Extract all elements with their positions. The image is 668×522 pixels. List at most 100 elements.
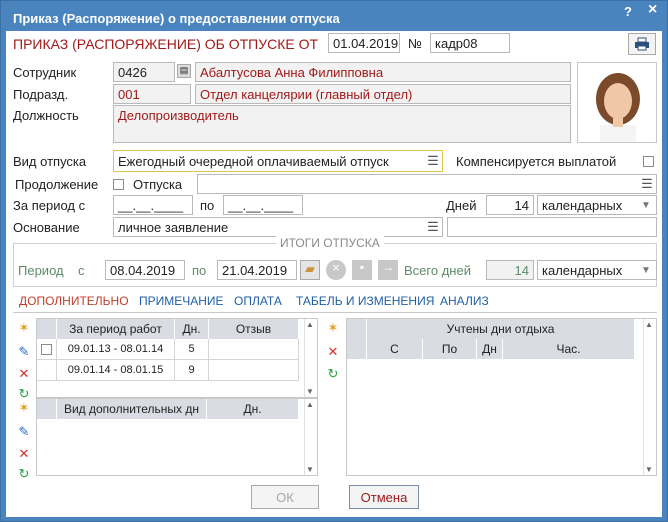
basis-label: Основание <box>13 220 80 235</box>
col-header-period[interactable]: За период работ <box>57 319 175 339</box>
basis-field[interactable]: личное заявление <box>113 217 443 237</box>
compensated-label: Компенсируется выплатой <box>456 154 617 169</box>
continuation-label: Продолжение <box>15 177 99 192</box>
col-header-hours[interactable]: Час. <box>503 339 635 359</box>
period-label: За период с <box>13 198 86 213</box>
tab-note[interactable]: ПРИМЕЧАНИЕ <box>139 294 224 308</box>
row-checkbox-cell[interactable] <box>37 360 57 381</box>
recall-cell[interactable] <box>209 360 299 381</box>
period-to-field[interactable]: __.__.____ <box>223 195 303 215</box>
period-cell: 09.01.14 - 08.01.15 <box>57 360 175 381</box>
position-field[interactable]: Делопроизводитель <box>113 105 571 143</box>
delete-icon[interactable]: ✕ <box>324 343 342 361</box>
recall-cell[interactable] <box>209 339 299 360</box>
totals-from-label: с <box>78 263 85 278</box>
work-period-grid: За период работ Дн. Отзыв 09.01.13 - 08.… <box>36 318 318 398</box>
additional-days-grid: Вид дополнительных дн Дн. ▲ ▼ <box>36 398 318 476</box>
help-button[interactable]: ? <box>624 4 632 19</box>
totals-to-label: по <box>192 263 207 278</box>
employee-label: Сотрудник <box>13 65 77 80</box>
totals-title: ИТОГИ ОТПУСКА <box>276 236 384 250</box>
chevron-down-icon[interactable]: ▼ <box>638 261 654 279</box>
delete-icon[interactable]: ✕ <box>15 365 33 383</box>
scroll-up-icon[interactable]: ▲ <box>645 320 653 329</box>
employee-name-field[interactable]: Абалтусова Анна Филипповна <box>195 62 571 82</box>
basis-menu-icon[interactable]: ☰ <box>424 218 442 236</box>
total-days-label: Всего дней <box>404 263 471 278</box>
add-icon[interactable]: ✶ <box>15 319 33 337</box>
leave-type-field[interactable]: Ежегодный очередной оплачиваемый отпуск <box>113 150 443 172</box>
department-code-field[interactable]: 001 <box>113 84 191 104</box>
row-checkbox[interactable] <box>41 343 52 355</box>
leave-ref-menu-icon[interactable]: ☰ <box>638 175 656 193</box>
scroll-up-icon[interactable]: ▲ <box>306 320 314 329</box>
tab-divider <box>13 312 657 313</box>
calculator-icon[interactable]: ▪ <box>352 260 372 280</box>
print-button[interactable] <box>628 33 656 55</box>
row-checkbox-cell[interactable] <box>37 339 57 360</box>
tab-additional[interactable]: ДОПОЛНИТЕЛЬНО <box>19 294 129 308</box>
folder-open-icon[interactable]: ▰ <box>300 260 320 280</box>
edit-icon[interactable]: ✎ <box>15 343 33 361</box>
period-to-label: по <box>200 198 215 213</box>
avatar <box>596 73 640 142</box>
refresh-icon[interactable]: ↻ <box>15 465 33 483</box>
scroll-up-icon[interactable]: ▲ <box>306 400 314 409</box>
grid-corner <box>347 319 367 359</box>
col-header-days[interactable]: Дн <box>477 339 503 359</box>
order-number-field[interactable]: кадр08 <box>430 33 510 53</box>
add-icon[interactable]: ✶ <box>15 399 33 417</box>
days-cell: 5 <box>175 339 209 360</box>
col-header-from[interactable]: С <box>367 339 423 359</box>
tab-payment[interactable]: ОПЛАТА <box>234 294 282 308</box>
folder-icon[interactable]: ▤ <box>177 64 191 78</box>
position-label: Должность <box>13 108 79 123</box>
days-label: Дней <box>446 198 477 213</box>
chevron-down-icon[interactable]: ▼ <box>638 196 654 214</box>
clear-icon[interactable]: × <box>326 260 346 280</box>
close-button[interactable]: × <box>648 1 657 19</box>
tab-timesheet[interactable]: ТАБЕЛЬ И ИЗМЕНЕНИЯ <box>296 294 434 308</box>
leave-ref-field[interactable] <box>197 174 657 194</box>
employee-code-field[interactable]: 0426 <box>113 62 175 82</box>
title-bar: Приказ (Распоряжение) о предоставлении о… <box>1 1 667 31</box>
col-header-additional-days[interactable]: Дн. <box>207 399 299 419</box>
scroll-down-icon[interactable]: ▼ <box>306 465 314 474</box>
department-name-field[interactable]: Отдел канцелярии (главный отдел) <box>195 84 571 104</box>
col-header-to[interactable]: По <box>423 339 477 359</box>
grid-corner <box>37 319 57 339</box>
cancel-button[interactable]: Отмена <box>349 485 419 509</box>
ok-button[interactable]: ОК <box>251 485 319 509</box>
scrollbar[interactable]: ▲ ▼ <box>304 399 317 475</box>
department-label: Подразд. <box>13 87 69 102</box>
basis-extra-field[interactable] <box>447 217 657 237</box>
arrow-right-icon[interactable]: → <box>378 260 398 280</box>
leave-type-menu-icon[interactable]: ☰ <box>424 152 442 170</box>
days-field[interactable]: 14 <box>486 195 534 215</box>
dialog-window: Приказ (Распоряжение) о предоставлении о… <box>0 0 668 522</box>
window-title: Приказ (Распоряжение) о предоставлении о… <box>13 11 340 26</box>
refresh-icon[interactable]: ↻ <box>324 365 342 383</box>
dialog-body: ПРИКАЗ (РАСПОРЯЖЕНИЕ) ОБ ОТПУСКЕ ОТ 01.0… <box>6 31 662 517</box>
grid-corner <box>37 399 57 419</box>
total-days-field: 14 <box>486 260 534 280</box>
col-header-additional-type[interactable]: Вид дополнительных дн <box>57 399 207 419</box>
order-title: ПРИКАЗ (РАСПОРЯЖЕНИЕ) ОБ ОТПУСКЕ ОТ <box>13 36 319 52</box>
totals-from-field[interactable]: 08.04.2019 <box>105 260 185 280</box>
delete-icon[interactable]: ✕ <box>15 445 33 463</box>
scrollbar[interactable]: ▲ ▼ <box>304 319 317 397</box>
scrollbar[interactable]: ▲ ▼ <box>643 319 656 475</box>
totals-to-field[interactable]: 21.04.2019 <box>217 260 297 280</box>
period-from-field[interactable]: __.__.____ <box>113 195 193 215</box>
edit-icon[interactable]: ✎ <box>15 423 33 441</box>
col-header-days[interactable]: Дн. <box>175 319 209 339</box>
order-number-label: № <box>408 36 422 51</box>
add-icon[interactable]: ✶ <box>324 319 342 337</box>
scroll-down-icon[interactable]: ▼ <box>306 387 314 396</box>
compensated-checkbox[interactable] <box>643 156 654 167</box>
continuation-checkbox[interactable] <box>113 179 124 190</box>
scroll-down-icon[interactable]: ▼ <box>645 465 653 474</box>
tab-analysis[interactable]: АНАЛИЗ <box>440 294 489 308</box>
col-header-recall[interactable]: Отзыв <box>209 319 299 339</box>
order-date-field[interactable]: 01.04.2019 <box>328 33 400 53</box>
